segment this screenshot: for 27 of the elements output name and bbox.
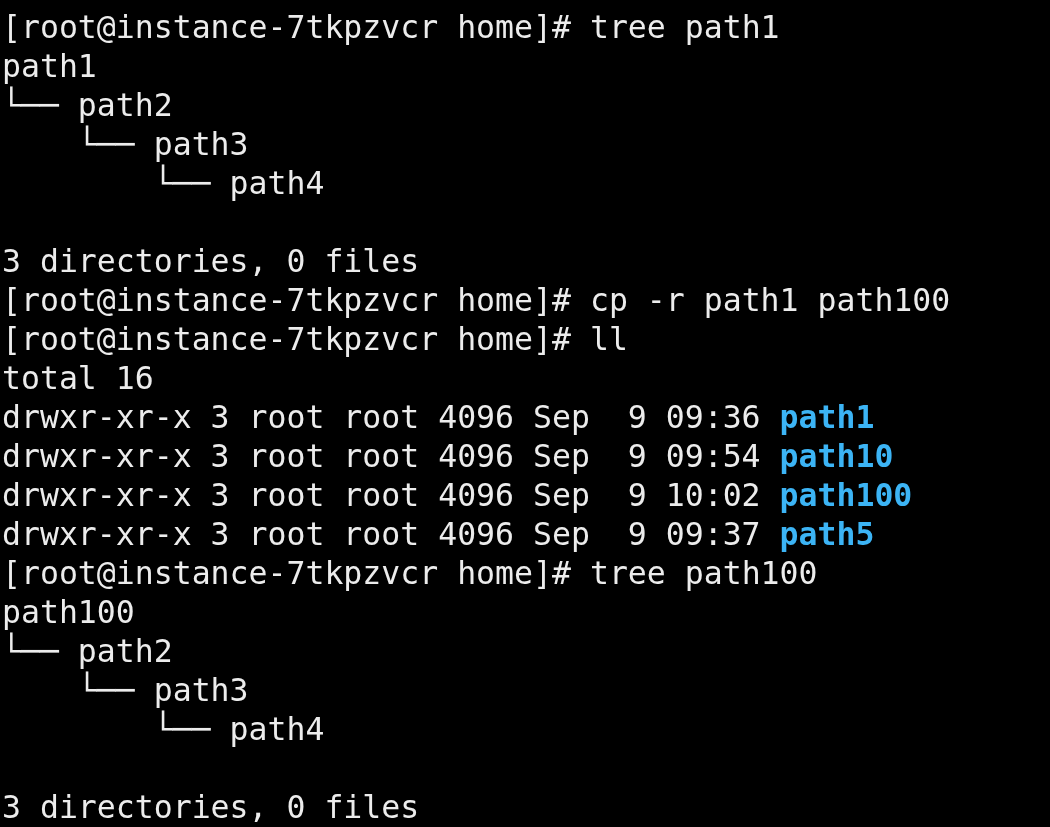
shell-prompt: [root@instance-7tkpzvcr home]#	[2, 321, 571, 357]
file-info: drwxr-xr-x 3 root root 4096 Sep 9 09:36	[2, 399, 761, 435]
output-text: 3 directories, 0 files	[2, 243, 420, 279]
output-text: 3 directories, 0 files	[2, 789, 420, 825]
directory-name: path5	[779, 516, 875, 552]
tree-entry: └── path3	[77, 672, 249, 708]
tree-root: path100	[2, 594, 135, 630]
command-text: cp -r path1 path100	[589, 282, 951, 318]
tree-entry: └── path2	[2, 87, 173, 123]
directory-name: path10	[779, 438, 894, 474]
command-text: tree path100	[589, 555, 818, 591]
tree-root: path1	[2, 48, 97, 84]
shell-prompt: [root@instance-7tkpzvcr home]#	[2, 9, 571, 45]
file-info: drwxr-xr-x 3 root root 4096 Sep 9 09:37	[2, 516, 761, 552]
command-text: ll	[589, 321, 628, 357]
tree-entry: └── path2	[2, 633, 173, 669]
tree-entry: └── path4	[153, 165, 325, 201]
command-text: tree path1	[589, 9, 780, 45]
directory-name: path1	[779, 399, 875, 435]
tree-entry: └── path3	[77, 126, 249, 162]
output-text: total 16	[2, 360, 154, 396]
shell-prompt: [root@instance-7tkpzvcr home]#	[2, 282, 571, 318]
file-info: drwxr-xr-x 3 root root 4096 Sep 9 09:54	[2, 438, 761, 474]
file-info: drwxr-xr-x 3 root root 4096 Sep 9 10:02	[2, 477, 761, 513]
shell-prompt: [root@instance-7tkpzvcr home]#	[2, 555, 571, 591]
directory-name: path100	[779, 477, 913, 513]
tree-entry: └── path4	[153, 711, 325, 747]
